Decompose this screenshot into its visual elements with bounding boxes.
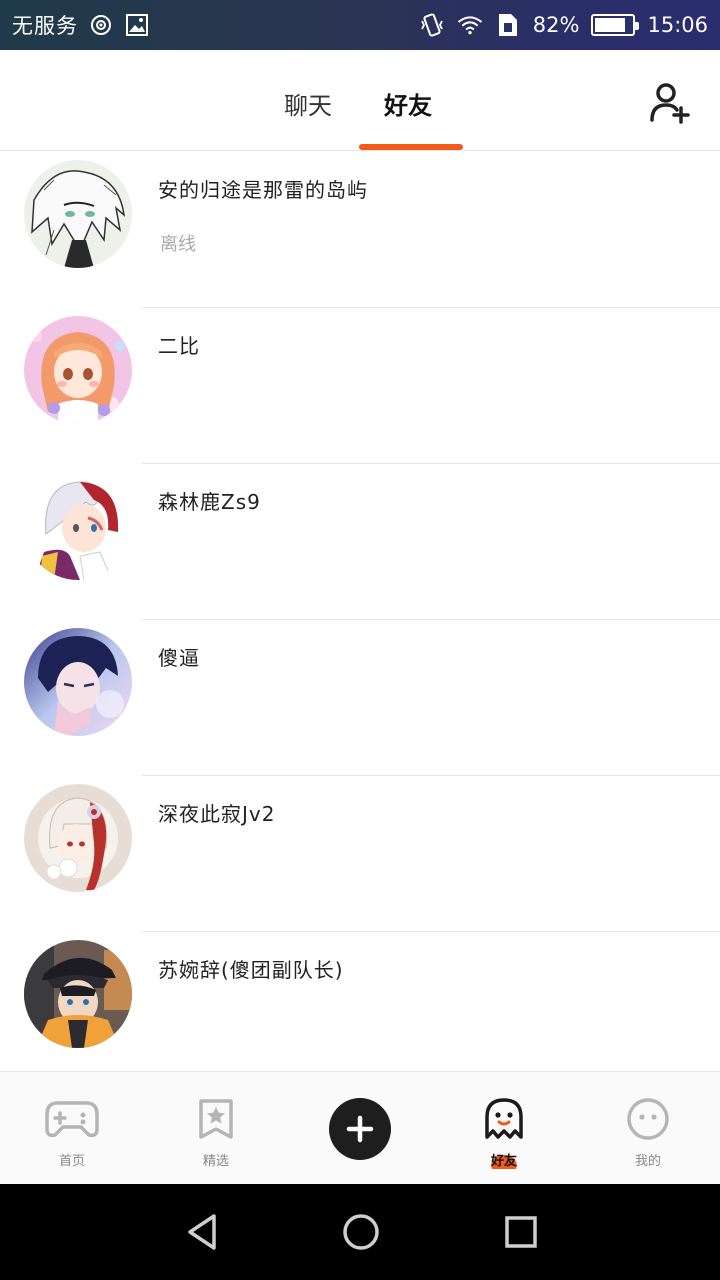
top-header: 聊天 好友	[0, 50, 720, 151]
tab-friends[interactable]: 好友	[384, 86, 432, 121]
friend-name: 深夜此寂Jv2	[158, 802, 276, 826]
friend-row[interactable]: 安的归途是那雷的岛屿 离线	[0, 152, 720, 308]
friend-list: 安的归途是那雷的岛屿 离线 二比 森林鹿Zs9 傻逼 深夜此寂Jv2 苏婉辞(傻…	[0, 152, 720, 1070]
hotspot-icon	[88, 12, 114, 38]
avatar[interactable]	[24, 628, 132, 736]
friend-name: 安的归途是那雷的岛屿	[158, 178, 368, 202]
battery-icon	[591, 14, 640, 36]
bottom-nav: 首页 精选 好友 我的	[0, 1071, 720, 1184]
clock: 15:06	[647, 13, 708, 37]
nav-friends[interactable]: 好友	[432, 1072, 576, 1185]
recents-icon[interactable]	[499, 1210, 543, 1254]
friend-name: 苏婉辞(傻团副队长)	[158, 958, 344, 982]
plus-icon[interactable]	[329, 1098, 391, 1160]
nav-me[interactable]: 我的	[576, 1072, 720, 1185]
nav-label: 精选	[202, 1154, 229, 1169]
avatar[interactable]	[24, 472, 132, 580]
nav-featured[interactable]: 精选	[144, 1072, 288, 1185]
avatar[interactable]	[24, 940, 132, 1048]
home-icon[interactable]	[339, 1210, 383, 1254]
status-bar: 无服务 82% 15:06	[0, 0, 720, 50]
friend-row[interactable]: 傻逼	[0, 620, 720, 776]
friend-row[interactable]: 森林鹿Zs9	[0, 464, 720, 620]
friend-status: 离线	[160, 234, 196, 255]
nav-label: 首页	[58, 1154, 85, 1169]
nav-home[interactable]: 首页	[0, 1072, 144, 1185]
tab-chat[interactable]: 聊天	[284, 86, 332, 121]
avatar[interactable]	[24, 316, 132, 424]
active-tab-indicator	[359, 144, 463, 150]
friend-name: 傻逼	[158, 646, 200, 670]
friend-row[interactable]: 苏婉辞(傻团副队长)	[0, 932, 720, 1070]
vibrate-icon	[419, 12, 445, 38]
nav-label: 好友	[484, 1150, 523, 1169]
carrier-text: 无服务	[12, 14, 78, 38]
add-person-icon[interactable]	[648, 80, 692, 124]
avatar[interactable]	[24, 784, 132, 892]
star-bookmark-icon	[189, 1096, 243, 1142]
sim-icon	[495, 12, 521, 38]
image-icon	[124, 12, 150, 38]
back-icon[interactable]	[180, 1210, 224, 1254]
gamepad-icon	[45, 1096, 99, 1142]
nav-label: 我的	[634, 1154, 661, 1169]
ghost-icon	[477, 1096, 531, 1142]
friend-row[interactable]: 二比	[0, 308, 720, 464]
face-icon	[621, 1096, 675, 1142]
system-nav-bar	[0, 1184, 720, 1280]
avatar[interactable]	[24, 160, 132, 268]
battery-percent: 82%	[532, 13, 580, 37]
friend-row[interactable]: 深夜此寂Jv2	[0, 776, 720, 932]
wifi-icon	[457, 12, 483, 38]
friend-name: 二比	[158, 334, 200, 358]
friend-name: 森林鹿Zs9	[158, 490, 261, 514]
